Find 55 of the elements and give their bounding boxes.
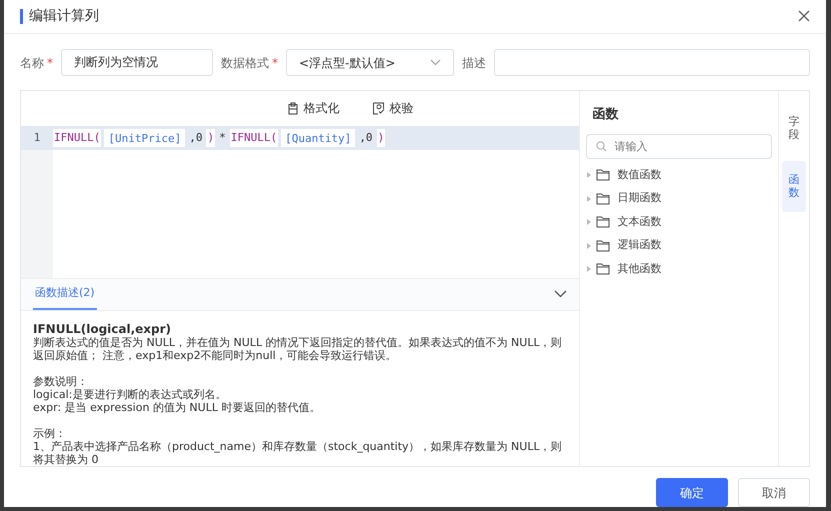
input-field[interactable] bbox=[494, 49, 810, 76]
code-text: ,0 bbox=[188, 130, 204, 146]
field-token: [Quantity] bbox=[281, 128, 356, 147]
caret-right-icon bbox=[586, 266, 592, 272]
function-token: ) bbox=[206, 128, 216, 147]
function-token: ) bbox=[376, 128, 386, 147]
caret-right-icon bbox=[586, 172, 592, 178]
cancel-button[interactable]: 取消 bbox=[738, 478, 810, 507]
folder-item[interactable]: 文本函数 bbox=[586, 210, 772, 234]
required-mark: * bbox=[47, 56, 53, 70]
input-field[interactable]: 判断列为空情况 bbox=[61, 49, 213, 76]
folder-item[interactable]: 逻辑函数 bbox=[586, 234, 772, 258]
description-tab[interactable]: 函数描述(2) bbox=[33, 278, 97, 310]
folder-item[interactable]: 日期函数 bbox=[586, 186, 772, 210]
field-label: 描述 bbox=[462, 56, 486, 70]
description-text: expr: 是当 expression 的值为 NULL 时要返回的替代值。 bbox=[33, 400, 322, 414]
description-text: 参数说明： bbox=[33, 374, 89, 388]
chevron-down-icon[interactable] bbox=[554, 290, 568, 298]
dialog-title: 编辑计算列 bbox=[20, 8, 99, 24]
folder-icon bbox=[596, 169, 610, 182]
folder-icon bbox=[596, 216, 610, 228]
description-text: 1、产品表中选择产品名称（product_name）和库存数量（stock_quantity），如果库存数量为 NULL，则将其替换为 0 bbox=[33, 440, 563, 466]
validate-button[interactable]: 校验 bbox=[368, 97, 418, 120]
caret-right-icon bbox=[586, 196, 592, 202]
field-token: [UnitPrice] bbox=[104, 128, 186, 147]
description-text: logical:是要进行判断的表达式或列名。 bbox=[33, 388, 228, 401]
chevron-down-icon bbox=[430, 59, 441, 66]
field-label: 数据格式 bbox=[221, 56, 269, 70]
check-document-icon bbox=[372, 102, 385, 115]
folder-item[interactable]: 其他函数 bbox=[586, 257, 772, 281]
function-token: IFNULL( bbox=[53, 128, 102, 147]
description-text: 判断表达式的值是否为 NULL，并在值为 NULL 的情况下返回指定的替代值。如果表达式的值不为 NULL，则返回原始值； 注意，exp1和exp2不能同时为null，可能会导致运行错误。 bbox=[33, 336, 563, 362]
caret-right-icon bbox=[586, 219, 592, 226]
caret-right-icon bbox=[586, 242, 592, 249]
close-icon bbox=[798, 10, 810, 22]
folder-icon bbox=[596, 263, 610, 276]
line-number: 1 bbox=[32, 130, 42, 146]
required-mark: * bbox=[272, 56, 278, 70]
search-field[interactable]: 请输入 bbox=[586, 134, 772, 160]
folder-icon bbox=[596, 240, 610, 252]
field-label: 名称 bbox=[20, 56, 44, 70]
description-text: 示例： bbox=[33, 426, 67, 440]
confirm-button[interactable]: 确定 bbox=[656, 478, 728, 507]
panel-title: 函数 bbox=[591, 106, 620, 124]
function-signature: IFNULL(logical,expr) bbox=[33, 322, 172, 336]
format-select[interactable]: <浮点型-默认值> bbox=[286, 49, 454, 76]
side-tab[interactable]: 字段 bbox=[782, 108, 806, 148]
clipboard-icon bbox=[286, 102, 299, 115]
format-button[interactable]: 格式化 bbox=[282, 97, 344, 120]
side-tab[interactable]: 函数 bbox=[782, 161, 806, 212]
code-text: ,0 bbox=[358, 130, 374, 146]
folder-icon bbox=[596, 192, 610, 205]
code-text: * bbox=[218, 130, 227, 146]
function-token: IFNULL( bbox=[230, 128, 278, 147]
folder-item[interactable]: 数值函数 bbox=[586, 163, 772, 187]
